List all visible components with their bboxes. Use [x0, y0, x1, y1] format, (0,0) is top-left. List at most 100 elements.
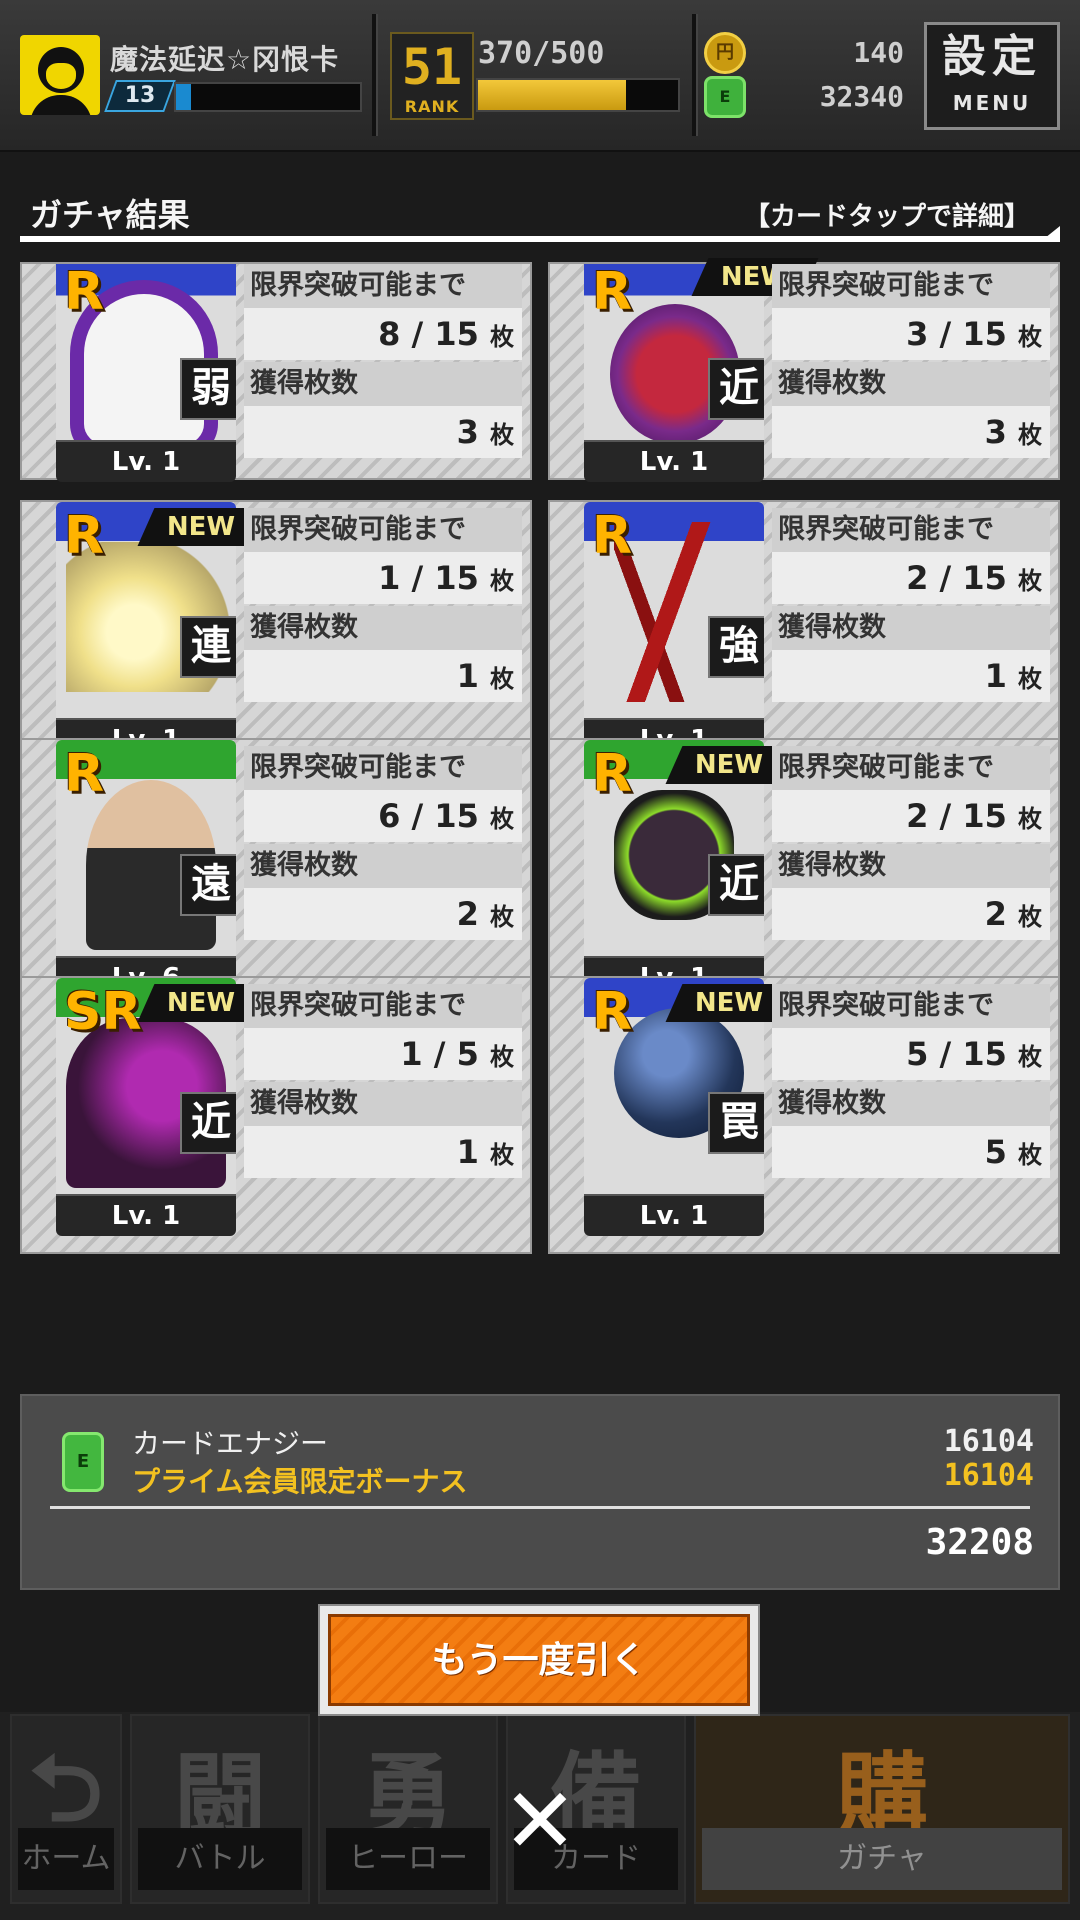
- card-result[interactable]: R 近 Lv. 1 NEW 限界突破可能まで 3 / 15 枚獲得枚数 3 枚: [548, 258, 1060, 482]
- nav-tab[interactable]: 闘バトル: [130, 1714, 310, 1904]
- energy-bonus-value: 16104: [943, 1458, 1034, 1493]
- rarity-label: R: [592, 744, 633, 804]
- obtained-count: 1 枚: [244, 1126, 522, 1178]
- title-underline: [20, 226, 1060, 242]
- card-type-badge: 弱: [180, 358, 236, 420]
- card-result[interactable]: R連Lv. 1NEW限界突破可能まで1 / 15 枚獲得枚数1 枚: [20, 500, 532, 778]
- card-level-bar: Lv. 1: [584, 1194, 764, 1236]
- card-result[interactable]: R 弱 Lv. 1 限界突破可能まで 8 / 15 枚獲得枚数 3 枚: [20, 262, 532, 482]
- card-result[interactable]: R遠Lv. 6限界突破可能まで6 / 15 枚獲得枚数2 枚: [20, 738, 532, 1016]
- summary-divider: [50, 1506, 1030, 1509]
- stamina-bar: [476, 78, 680, 112]
- gold-coin-icon: 円: [704, 32, 746, 74]
- user-name: 魔法延迟☆冈恨卡: [110, 43, 340, 76]
- card-type: 強: [719, 623, 759, 669]
- rarity-label: R: [592, 982, 633, 1042]
- close-button[interactable]: ✕: [500, 1769, 580, 1874]
- divider: [372, 14, 376, 136]
- rank-value: 51: [401, 38, 463, 96]
- menu-button-label: MENU: [952, 91, 1032, 115]
- card-info: 限界突破可能まで 1 / 5 枚獲得枚数 1 枚: [244, 984, 522, 1178]
- obtained-count: 2 枚: [244, 888, 522, 940]
- obtained-count: 3 枚: [772, 406, 1050, 458]
- rarity-label: R: [64, 506, 105, 566]
- energy-can-icon: E: [704, 76, 746, 118]
- stamina-bar-fill: [478, 80, 626, 110]
- nav-tab-label: ホーム: [18, 1828, 114, 1890]
- card-type: 近: [719, 365, 759, 411]
- level-value: 13: [124, 83, 156, 108]
- card-info: 限界突破可能まで 1 / 15 枚獲得枚数 1 枚: [244, 508, 522, 702]
- rarity-label: R: [592, 264, 633, 322]
- nav-tab-label: ガチャ: [702, 1828, 1062, 1890]
- energy-can-icon: E: [62, 1432, 104, 1492]
- nav-tab[interactable]: 購ガチャ: [694, 1714, 1070, 1904]
- obtained-label: 獲得枚数: [772, 1082, 1050, 1126]
- nav-tab-label: ヒーロー: [326, 1828, 490, 1890]
- close-icon: ✕: [502, 1769, 578, 1874]
- obtained-label: 獲得枚数: [244, 606, 522, 650]
- obtained-label: 獲得枚数: [244, 844, 522, 888]
- card-type: 近: [719, 861, 759, 907]
- new-label: NEW: [694, 750, 764, 780]
- status-bar: 魔法延迟☆冈恨卡 13 51 RANK 370/500 円 140 E 3234…: [0, 0, 1080, 152]
- obtained-count: 2 枚: [772, 888, 1050, 940]
- draw-again-button[interactable]: もう一度引く: [318, 1604, 760, 1716]
- card-info: 限界突破可能まで 8 / 15 枚獲得枚数 3 枚: [244, 264, 522, 458]
- new-label: NEW: [694, 988, 764, 1018]
- card-type-badge: 近: [708, 358, 764, 420]
- rarity-label: R: [592, 506, 633, 566]
- card-type: 遠: [191, 861, 231, 907]
- nav-tab[interactable]: 勇ヒーロー: [318, 1714, 498, 1904]
- card-type: 近: [191, 1099, 231, 1145]
- card-level: Lv. 1: [111, 447, 181, 477]
- obtained-count: 3 枚: [244, 406, 522, 458]
- card-result[interactable]: R 罠 Lv. 1 NEW 限界突破可能まで 5 / 15 枚獲得枚数 5 枚: [548, 976, 1060, 1254]
- limit-break-progress: 1 / 5 枚: [244, 1028, 522, 1080]
- obtained-label: 獲得枚数: [244, 362, 522, 406]
- limit-break-label: 限界突破可能まで: [244, 984, 522, 1028]
- energy-base-value: 16104: [943, 1424, 1034, 1459]
- limit-break-progress: 8 / 15 枚: [244, 308, 522, 360]
- card-result[interactable]: R強Lv. 1限界突破可能まで2 / 15 枚獲得枚数1 枚: [548, 500, 1060, 778]
- obtained-label: 獲得枚数: [772, 844, 1050, 888]
- exp-bar: [174, 82, 362, 112]
- draw-again-button-face: もう一度引く: [328, 1614, 750, 1706]
- energy-label: カードエナジー: [132, 1427, 329, 1460]
- nav-tab-label: バトル: [138, 1828, 302, 1890]
- rarity-label: SR: [64, 982, 142, 1042]
- card-type-badge: 近: [180, 1092, 236, 1154]
- obtained-label: 獲得枚数: [244, 1082, 522, 1126]
- card-type: 連: [191, 623, 231, 669]
- card-type-badge: 近: [708, 854, 764, 916]
- card-thumbnail: R強: [584, 502, 764, 718]
- avatar[interactable]: [20, 35, 100, 115]
- limit-break-label: 限界突破可能まで: [772, 508, 1050, 552]
- menu-button[interactable]: 設定 MENU: [924, 22, 1060, 130]
- gold-value: 140: [853, 36, 904, 69]
- limit-break-progress: 3 / 15 枚: [772, 308, 1050, 360]
- menu-button-title: 設定: [942, 31, 1042, 82]
- limit-break-progress: 6 / 15 枚: [244, 790, 522, 842]
- limit-break-progress: 1 / 15 枚: [244, 552, 522, 604]
- limit-break-label: 限界突破可能まで: [772, 264, 1050, 308]
- avatar-body: [30, 95, 92, 115]
- avatar-face: [46, 63, 76, 89]
- obtained-count: 1 枚: [244, 650, 522, 702]
- obtained-label: 獲得枚数: [772, 606, 1050, 650]
- divider: [692, 14, 696, 136]
- card-thumbnail: R遠: [56, 740, 236, 956]
- draw-again-label: もう一度引く: [431, 1640, 647, 1681]
- tap-hint: 【カードタップで詳細】: [743, 202, 1030, 232]
- limit-break-label: 限界突破可能まで: [772, 746, 1050, 790]
- card-level-bar: Lv. 1: [584, 440, 764, 482]
- card-result[interactable]: SR 近 Lv. 1 NEW 限界突破可能まで 1 / 5 枚獲得枚数 1 枚: [20, 976, 532, 1254]
- nav-tab[interactable]: ⮌ ホーム: [10, 1714, 122, 1904]
- card-info: 限界突破可能まで 3 / 15 枚獲得枚数 3 枚: [772, 264, 1050, 458]
- card-result[interactable]: R近Lv. 1NEW限界突破可能まで2 / 15 枚獲得枚数2 枚: [548, 738, 1060, 1016]
- energy-value: 32340: [819, 80, 904, 113]
- limit-break-label: 限界突破可能まで: [244, 264, 522, 308]
- new-label: NEW: [166, 988, 236, 1018]
- gacha-result-grid: R 弱 Lv. 1 限界突破可能まで 8 / 15 枚獲得枚数 3 枚 R 近 Lv. 1 NEW…: [20, 258, 1060, 1384]
- energy-total-value: 32208: [925, 1522, 1034, 1563]
